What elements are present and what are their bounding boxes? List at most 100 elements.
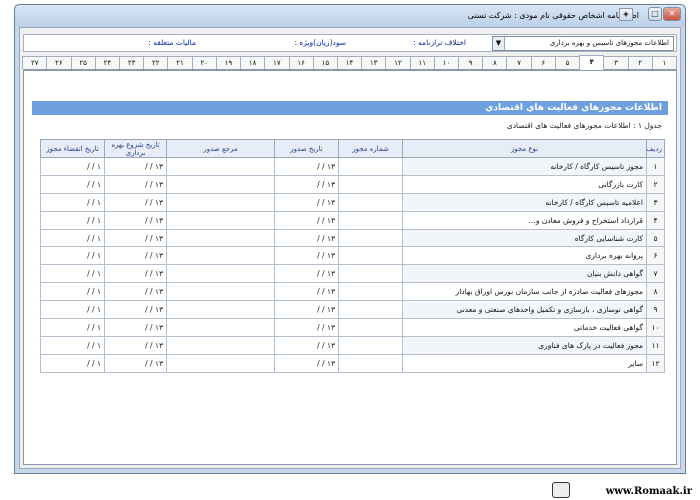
tab-20[interactable]: ۲۰ <box>191 56 217 69</box>
expiry-date-input[interactable]: ۱ / / <box>40 300 105 320</box>
issue-date-input[interactable]: ۱۳ / / <box>274 210 339 230</box>
tab-27[interactable]: ۲۷ <box>22 56 48 69</box>
issuer-input[interactable] <box>166 157 275 176</box>
app-window: اظهارنامه اشخاص حقوقی نام مودی : شرکت تس… <box>14 4 686 474</box>
tab-9[interactable]: ۹ <box>458 56 484 69</box>
row-number: ۴ <box>646 210 665 230</box>
license-type-cell: قرارداد استخراج و فروش معادن و... <box>402 210 647 230</box>
issue-date-input[interactable]: ۱۳ / / <box>274 192 339 212</box>
license-number-input[interactable] <box>338 192 403 212</box>
issuer-input[interactable] <box>166 282 275 302</box>
start-date-input[interactable]: ۱۳ / / <box>104 228 167 248</box>
start-date-input[interactable]: ۱۳ / / <box>104 210 167 230</box>
issue-date-input[interactable]: ۱۳ / / <box>274 246 339 266</box>
license-number-input[interactable] <box>338 318 403 337</box>
tab-7[interactable]: ۷ <box>506 56 532 69</box>
tab-21[interactable]: ۲۱ <box>167 56 193 69</box>
chevron-down-icon[interactable]: ▼ <box>493 37 505 50</box>
tab-24[interactable]: ۲۴ <box>94 56 120 69</box>
tab-19[interactable]: ۱۹ <box>215 56 242 69</box>
start-date-input[interactable]: ۱۳ / / <box>104 318 167 337</box>
start-date-input[interactable]: ۱۳ / / <box>104 353 167 373</box>
tab-3[interactable]: ۳ <box>603 56 629 69</box>
license-number-input[interactable] <box>338 335 403 355</box>
client-area: ▼ اطلاعات مجوزهای تاسیس و بهره برداری اخ… <box>19 27 681 469</box>
expiry-date-input[interactable]: ۱ / / <box>40 174 105 194</box>
tab-26[interactable]: ۲۶ <box>46 56 72 69</box>
table-row: ۱ مجوز تاسیس کارگاه / کارخانه ۱۳ / / ۱۳ / /… <box>40 157 665 176</box>
tab-6[interactable]: ۶ <box>530 56 556 69</box>
tab-8[interactable]: ۸ <box>482 56 508 69</box>
start-date-input[interactable]: ۱۳ / / <box>104 264 167 284</box>
expiry-date-input[interactable]: ۱ / / <box>40 335 105 355</box>
tab-1[interactable]: ۱ <box>651 56 677 69</box>
tab-17[interactable]: ۱۷ <box>264 56 290 69</box>
expiry-date-input[interactable]: ۱ / / <box>40 282 105 302</box>
expiry-date-input[interactable]: ۱ / / <box>40 318 105 337</box>
issue-date-input[interactable]: ۱۳ / / <box>274 174 339 194</box>
expiry-date-input[interactable]: ۱ / / <box>40 246 105 266</box>
tab-25[interactable]: ۲۵ <box>70 56 96 69</box>
issue-date-input[interactable]: ۱۳ / / <box>274 228 339 248</box>
license-number-input[interactable] <box>338 264 403 284</box>
expiry-date-input[interactable]: ۱ / / <box>40 210 105 230</box>
table-row: ۷ گواهی دانش بنیان ۱۳ / /۱۳ / /۱ / / <box>40 264 665 284</box>
tab-13[interactable]: ۱۳ <box>361 56 387 69</box>
issue-date-input[interactable]: ۱۳ / / <box>274 318 339 337</box>
expiry-date-input[interactable]: ۱ / / <box>40 192 105 212</box>
tab-4[interactable]: ۴ <box>579 55 605 70</box>
license-number-input[interactable] <box>338 174 403 194</box>
tab-5[interactable]: ۵ <box>554 56 581 69</box>
maximize-button[interactable]: □ <box>648 7 662 21</box>
issuer-input[interactable] <box>166 264 275 284</box>
license-number-input[interactable] <box>338 246 403 266</box>
tab-18[interactable]: ۱۸ <box>240 56 266 69</box>
issue-date-input[interactable]: ۱۳ / / <box>274 300 339 320</box>
start-date-input[interactable]: ۱۳ / / <box>104 335 167 355</box>
issue-date-input[interactable]: ۱۳ / / <box>274 335 339 355</box>
issuer-input[interactable] <box>166 335 275 355</box>
license-number-input[interactable] <box>338 157 403 176</box>
issuer-input[interactable] <box>166 300 275 320</box>
issuer-input[interactable] <box>166 192 275 212</box>
start-date-input[interactable]: ۱۳ / / <box>104 192 167 212</box>
license-number-input[interactable] <box>338 228 403 248</box>
expiry-date-input[interactable]: ۱ / / <box>40 228 105 248</box>
start-date-input[interactable]: ۱۳ / / <box>104 174 167 194</box>
expiry-date-input[interactable]: ۱ / / <box>40 353 105 373</box>
issue-date-input[interactable]: ۱۳ / / <box>274 264 339 284</box>
tab-11[interactable]: ۱۱ <box>409 56 435 69</box>
issue-date-input[interactable]: ۱۳ / / <box>274 353 339 373</box>
expiry-date-input[interactable]: ۱ / / <box>40 157 105 176</box>
close-button[interactable]: ✕ <box>663 7 681 21</box>
issuer-input[interactable] <box>166 318 275 337</box>
issuer-input[interactable] <box>166 210 275 230</box>
license-number-input[interactable] <box>338 300 403 320</box>
tab-10[interactable]: ۱۰ <box>433 56 460 69</box>
row-number: ۹ <box>646 300 665 320</box>
license-number-input[interactable] <box>338 210 403 230</box>
issue-date-input[interactable]: ۱۳ / / <box>274 282 339 302</box>
tab-23[interactable]: ۲۳ <box>118 56 145 69</box>
app-icon[interactable]: ◈ <box>619 8 633 21</box>
expiry-date-input[interactable]: ۱ / / <box>40 264 105 284</box>
start-date-input[interactable]: ۱۳ / / <box>104 282 167 302</box>
issue-date-input[interactable]: ۱۳ / / <box>274 157 339 176</box>
issuer-input[interactable] <box>166 228 275 248</box>
tab-22[interactable]: ۲۲ <box>143 56 169 69</box>
start-date-input[interactable]: ۱۳ / / <box>104 157 167 176</box>
tab-2[interactable]: ۲ <box>627 56 653 69</box>
row-number: ۵ <box>646 228 665 248</box>
form-select-dropdown[interactable]: ▼ اطلاعات مجوزهای تاسیس و بهره برداری <box>492 36 674 51</box>
license-number-input[interactable] <box>338 353 403 373</box>
issuer-input[interactable] <box>166 353 275 373</box>
tab-12[interactable]: ۱۲ <box>385 56 411 69</box>
start-date-input[interactable]: ۱۳ / / <box>104 300 167 320</box>
issuer-input[interactable] <box>166 246 275 266</box>
license-number-input[interactable] <box>338 282 403 302</box>
issuer-input[interactable] <box>166 174 275 194</box>
tab-15[interactable]: ۱۵ <box>312 56 338 69</box>
tab-16[interactable]: ۱۶ <box>288 56 314 69</box>
tab-14[interactable]: ۱۴ <box>336 56 363 69</box>
start-date-input[interactable]: ۱۳ / / <box>104 246 167 266</box>
